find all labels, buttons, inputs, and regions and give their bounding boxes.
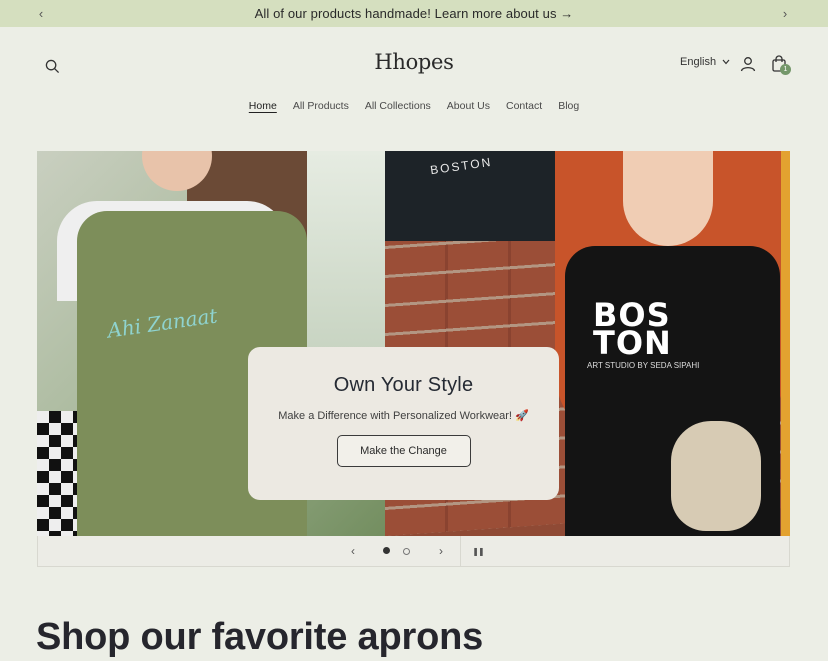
nav-item-all-products[interactable]: All Products [293, 100, 349, 112]
nav-item-about-us[interactable]: About Us [447, 100, 490, 112]
language-label: English [680, 56, 717, 68]
apron-print-boston: BOS TON [593, 296, 672, 362]
slide-next-button[interactable]: › [433, 536, 449, 566]
announcement-link[interactable]: All of our products handmade! Learn more… [255, 6, 574, 21]
boston-poster: BOSTON [385, 151, 557, 241]
pause-button[interactable]: ❚❚ [470, 536, 486, 566]
checkered-pillow [37, 411, 77, 536]
apron-print-subtext: ART STUDIO BY SEDA SIPAHI [587, 361, 700, 370]
slide-prev-button[interactable]: ‹ [345, 536, 361, 566]
hero-caption-card: Own Your Style Make a Difference with Pe… [248, 347, 559, 500]
section-title: Shop our favorite aprons [36, 616, 484, 658]
main-nav: Home All Products All Collections About … [0, 100, 828, 112]
site-header: Hhopes English 1 [0, 27, 828, 97]
slider-controls: ‹ › ❚❚ [37, 536, 790, 567]
slide-dot-2[interactable] [403, 548, 410, 555]
controls-divider [460, 536, 461, 566]
announcement-next-button[interactable]: › [774, 0, 796, 27]
ceramic-pot [671, 421, 761, 531]
nav-item-contact[interactable]: Contact [506, 100, 542, 112]
language-selector[interactable]: English [680, 56, 730, 68]
hero-subtitle: Make a Difference with Personalized Work… [278, 410, 529, 422]
chevron-down-icon [722, 59, 730, 65]
poster-text: BOSTON [429, 154, 494, 178]
cart-button[interactable]: 1 [766, 51, 792, 77]
orange-edge [781, 151, 790, 536]
slide-dot-1[interactable] [383, 547, 390, 554]
face-shape-right [623, 151, 713, 246]
announcement-prev-button[interactable]: ‹ [30, 0, 52, 27]
account-icon [740, 57, 756, 72]
cart-count-badge: 1 [780, 64, 791, 75]
make-the-change-button[interactable]: Make the Change [336, 435, 471, 467]
hero-slideshow: Ahi Zanaat BOSTON BOS TON ART STUDIO BY … [37, 151, 790, 536]
nav-item-blog[interactable]: Blog [558, 100, 579, 112]
hero-title: Own Your Style [333, 374, 474, 396]
pause-icon: ❚❚ [472, 546, 484, 556]
announcement-bar: ‹ All of our products handmade! Learn mo… [0, 0, 828, 27]
nav-item-all-collections[interactable]: All Collections [365, 100, 431, 112]
account-button[interactable] [736, 52, 760, 76]
nav-item-home[interactable]: Home [249, 100, 277, 112]
